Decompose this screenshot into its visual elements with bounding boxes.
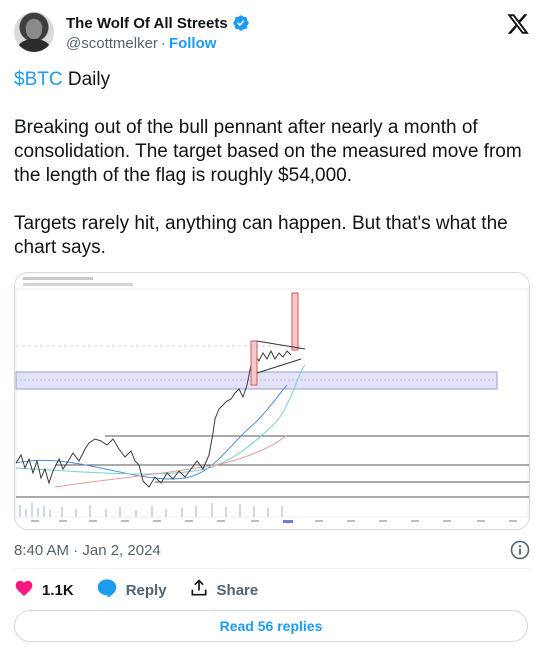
avatar[interactable] — [14, 12, 54, 52]
tweet-line-1: $BTC Daily — [14, 68, 524, 92]
chart-image[interactable] — [14, 272, 530, 530]
handle[interactable]: @scottmelker — [66, 35, 158, 52]
heart-icon — [14, 578, 34, 602]
name-row: The Wolf Of All Streets — [66, 14, 250, 32]
tweet-card: The Wolf Of All Streets @scottmelker · Fol… — [0, 0, 544, 654]
x-logo-icon[interactable] — [506, 12, 530, 36]
share-icon — [189, 578, 209, 602]
tweet-line-1-rest: Daily — [62, 69, 111, 90]
action-bar: 1.1K Reply Share — [14, 578, 280, 602]
tweet-header: The Wolf Of All Streets @scottmelker · Fol… — [14, 12, 530, 60]
info-icon[interactable] — [510, 540, 530, 560]
share-label: Share — [216, 581, 259, 599]
reply-icon — [96, 578, 118, 602]
tweet-paragraph-3: Targets rarely hit, anything can happen.… — [14, 213, 508, 258]
like-button[interactable]: 1.1K — [14, 578, 74, 602]
tweet-text: $BTC Daily Breaking out of the bull penn… — [14, 68, 524, 284]
btc-chart-graphic — [15, 273, 529, 529]
handle-row: @scottmelker · Follow — [66, 35, 216, 52]
separator-dot: · — [160, 35, 166, 52]
cashtag-link[interactable]: $BTC — [14, 69, 63, 90]
timestamp[interactable]: 8:40 AM · Jan 2, 2024 — [14, 542, 161, 559]
like-count: 1.1K — [42, 581, 74, 599]
verified-badge-icon — [232, 14, 250, 32]
display-name[interactable]: The Wolf Of All Streets — [66, 15, 228, 32]
share-button[interactable]: Share — [189, 578, 259, 602]
reply-label: Reply — [125, 581, 167, 599]
follow-button[interactable]: Follow — [169, 35, 217, 52]
divider — [14, 568, 530, 569]
reply-button[interactable]: Reply — [96, 578, 167, 602]
read-replies-button[interactable]: Read 56 replies — [14, 610, 528, 642]
tweet-paragraph-2: Breaking out of the bull pennant after n… — [14, 117, 522, 186]
